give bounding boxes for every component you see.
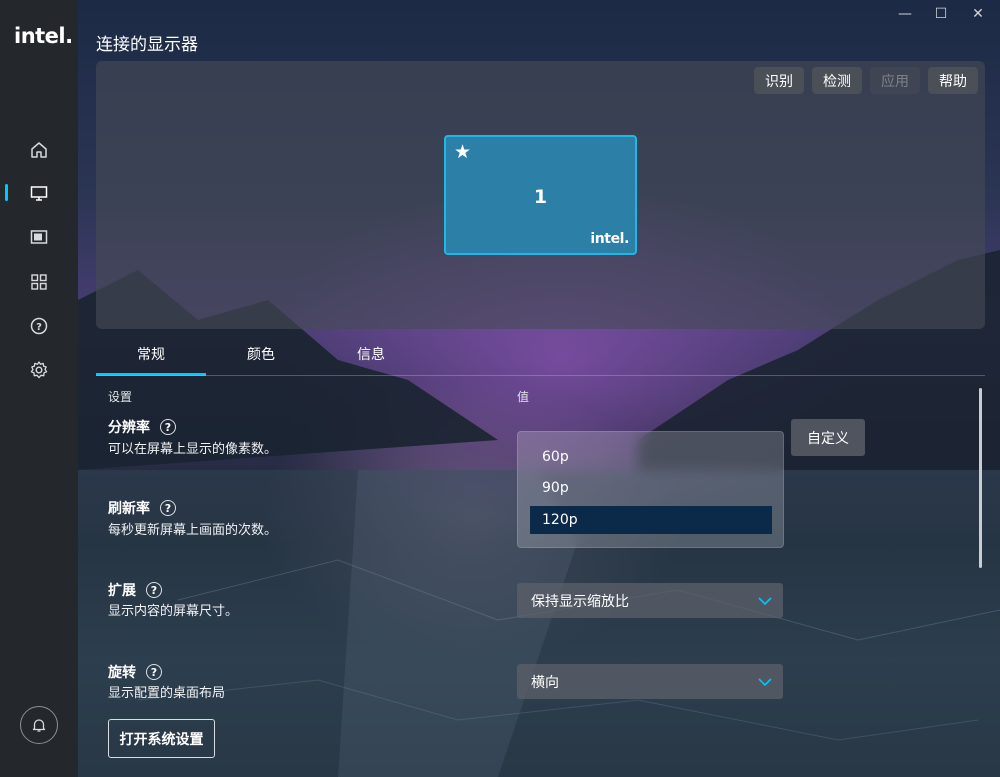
sidebar-item-home[interactable] [24, 135, 54, 165]
svg-text:?: ? [36, 322, 42, 333]
refresh-rate-dropdown: 60p 90p 120p [517, 431, 784, 548]
sidebar-item-settings[interactable] [24, 355, 54, 385]
maximize-button[interactable]: ☐ [929, 4, 953, 24]
refresh-rate-title: 刷新率 [108, 501, 150, 517]
dropdown-option-120p[interactable]: 120p [530, 506, 772, 534]
help-button[interactable]: 帮助 [928, 67, 978, 94]
sidebar-item-help[interactable]: ? [24, 311, 54, 341]
refresh-rate-description: 每秒更新屏幕上画面的次数。 [108, 523, 278, 538]
video-icon [30, 230, 48, 244]
apps-grid-icon [31, 274, 47, 290]
open-system-settings-button[interactable]: 打开系统设置 [108, 719, 215, 758]
scaling-title: 扩展 [108, 583, 136, 599]
rotation-select[interactable]: 横向 [517, 664, 783, 699]
apply-button[interactable]: 应用 [870, 67, 920, 94]
identify-button[interactable]: 识别 [754, 67, 804, 94]
custom-resolution-button[interactable]: 自定义 [791, 419, 865, 456]
display-preview-panel: 识别 检测 应用 帮助 ★ 1 intel. [96, 61, 985, 329]
resolution-title: 分辨率 [108, 420, 150, 436]
settings-tabs: 常规 颜色 信息 [96, 339, 985, 376]
monitor-brand-logo: intel. [590, 231, 629, 247]
rotation-description: 显示配置的桌面布局 [108, 686, 226, 701]
home-icon [31, 142, 47, 158]
rotation-help-icon[interactable]: ? [146, 664, 162, 680]
scaling-description: 显示内容的屏幕尺寸。 [108, 604, 239, 619]
scrollbar[interactable] [979, 388, 982, 568]
active-indicator [5, 184, 8, 201]
page-title: 连接的显示器 [96, 35, 198, 55]
chevron-down-icon [758, 678, 772, 687]
rotation-select-value: 横向 [531, 674, 559, 691]
tab-info[interactable]: 信息 [316, 344, 426, 375]
notifications-button[interactable] [20, 706, 58, 744]
tab-general[interactable]: 常规 [96, 344, 206, 376]
rotation-title-row: 旋转 ? [108, 662, 162, 682]
sidebar-item-display[interactable] [24, 178, 54, 208]
refresh-rate-help-icon[interactable]: ? [160, 500, 176, 516]
monitor-tile[interactable]: ★ 1 intel. [444, 135, 637, 255]
resolution-help-icon[interactable]: ? [160, 419, 176, 435]
detect-button[interactable]: 检测 [812, 67, 862, 94]
bell-icon [32, 719, 46, 732]
display-icon [30, 186, 48, 201]
scaling-select-value: 保持显示缩放比 [531, 593, 629, 610]
resolution-description: 可以在屏幕上显示的像素数。 [108, 442, 278, 457]
sidebar: intel. ? [0, 0, 78, 777]
monitor-number: 1 [533, 186, 548, 208]
minimize-button[interactable]: — [893, 4, 917, 24]
scaling-select[interactable]: 保持显示缩放比 [517, 583, 783, 618]
gear-icon [30, 361, 48, 379]
sidebar-item-apps[interactable] [24, 267, 54, 297]
column-header-value: 值 [517, 390, 530, 404]
help-circle-icon: ? [30, 317, 48, 335]
dropdown-option-60p[interactable]: 60p [530, 443, 772, 471]
intel-logo: intel. [14, 24, 73, 48]
chevron-down-icon [758, 597, 772, 606]
dropdown-option-90p[interactable]: 90p [530, 474, 772, 502]
primary-star-icon: ★ [454, 141, 472, 163]
rotation-title: 旋转 [108, 665, 136, 681]
close-button[interactable]: ✕ [966, 4, 990, 24]
refresh-title-row: 刷新率 ? [108, 498, 176, 518]
resolution-title-row: 分辨率 ? [108, 417, 176, 437]
scaling-help-icon[interactable]: ? [146, 582, 162, 598]
scaling-title-row: 扩展 ? [108, 580, 162, 600]
tabs-divider [96, 375, 985, 376]
column-header-setting: 设置 [108, 390, 133, 404]
sidebar-item-video[interactable] [24, 222, 54, 252]
tab-color[interactable]: 颜色 [206, 344, 316, 375]
